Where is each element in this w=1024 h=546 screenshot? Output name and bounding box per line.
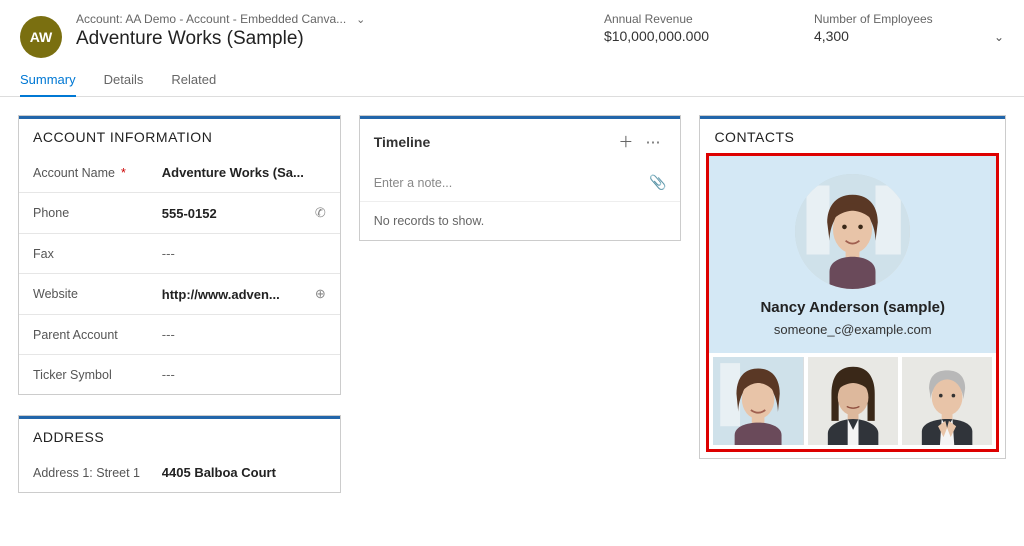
tab-summary[interactable]: Summary [20, 66, 76, 97]
field-label: Fax [33, 247, 162, 261]
field-value: --- [162, 367, 308, 382]
contact-thumb[interactable] [808, 357, 898, 445]
field-account-name[interactable]: Account Name * Adventure Works (Sa... [19, 153, 340, 193]
field-value: Adventure Works (Sa... [162, 165, 308, 180]
globe-icon[interactable]: ⊕ [308, 286, 326, 302]
contact-thumb[interactable] [902, 357, 992, 445]
header-field-label: Number of Employees [814, 12, 964, 26]
header-fields: Annual Revenue $10,000,000.000 Number of… [604, 12, 964, 44]
note-placeholder: Enter a note... [374, 176, 649, 190]
note-input[interactable]: Enter a note... 📎 [360, 164, 681, 202]
field-fax[interactable]: Fax --- [19, 234, 340, 274]
field-label: Website [33, 287, 162, 301]
account-information-card: ACCOUNT INFORMATION Account Name * Advent… [18, 115, 341, 395]
field-phone[interactable]: Phone 555-0152 ✆ [19, 193, 340, 234]
section-title: ACCOUNT INFORMATION [19, 116, 340, 153]
phone-icon[interactable]: ✆ [308, 205, 326, 221]
field-value: 4405 Balboa Court [162, 465, 308, 480]
contacts-canvas[interactable]: Nancy Anderson (sample) someone_c@exampl… [706, 153, 999, 452]
field-value: --- [162, 246, 308, 261]
tab-bar: Summary Details Related [0, 66, 1024, 97]
add-icon[interactable]: ＋ [612, 131, 639, 152]
section-title: ADDRESS [19, 416, 340, 453]
attach-icon[interactable]: 📎 [649, 174, 666, 191]
field-value: 555-0152 [162, 206, 308, 221]
expand-header-icon[interactable]: ⌄ [994, 30, 1004, 44]
form-selector[interactable]: Account: AA Demo - Account - Embedded Ca… [76, 12, 604, 26]
record-title: Adventure Works (Sample) [76, 28, 604, 50]
header-field-employees[interactable]: Number of Employees 4,300 [814, 12, 964, 44]
section-title: CONTACTS [700, 116, 1005, 153]
chevron-down-icon: ⌄ [356, 13, 365, 26]
timeline-empty-text: No records to show. [360, 202, 681, 240]
contact-thumb[interactable] [713, 357, 803, 445]
required-indicator: * [121, 166, 126, 180]
contact-email: someone_c@example.com [719, 322, 986, 337]
contacts-card: CONTACTS [699, 115, 1006, 459]
breadcrumb-text: Account: AA Demo - Account - Embedded Ca… [76, 12, 346, 26]
timeline-card: Timeline ＋ ⋯ Enter a note... 📎 No record… [359, 115, 682, 241]
field-label: Ticker Symbol [33, 368, 162, 382]
header-field-annual-revenue[interactable]: Annual Revenue $10,000,000.000 [604, 12, 754, 44]
field-value: --- [162, 327, 308, 342]
field-label: Parent Account [33, 328, 162, 342]
field-label: Account Name [33, 166, 115, 180]
field-value: http://www.adven... [162, 287, 308, 302]
more-icon[interactable]: ⋯ [639, 133, 666, 151]
contact-name: Nancy Anderson (sample) [719, 299, 986, 316]
field-ticker-symbol[interactable]: Ticker Symbol --- [19, 355, 340, 394]
timeline-title: Timeline [374, 134, 613, 150]
account-avatar: AW [20, 16, 62, 58]
field-address-street1[interactable]: Address 1: Street 1 4405 Balboa Court [19, 453, 340, 492]
tab-details[interactable]: Details [104, 66, 144, 96]
field-parent-account[interactable]: Parent Account --- [19, 315, 340, 355]
field-label: Address 1: Street 1 [33, 466, 162, 480]
header-field-value: $10,000,000.000 [604, 28, 754, 44]
record-header: AW Account: AA Demo - Account - Embedded… [0, 0, 1024, 66]
field-website[interactable]: Website http://www.adven... ⊕ [19, 274, 340, 315]
header-field-value: 4,300 [814, 28, 964, 44]
contact-main-avatar [795, 174, 910, 289]
contact-thumbs [709, 353, 996, 449]
header-field-label: Annual Revenue [604, 12, 754, 26]
address-card: ADDRESS Address 1: Street 1 4405 Balboa … [18, 415, 341, 493]
field-label: Phone [33, 206, 162, 220]
tab-related[interactable]: Related [171, 66, 216, 96]
contact-main[interactable]: Nancy Anderson (sample) someone_c@exampl… [709, 156, 996, 353]
